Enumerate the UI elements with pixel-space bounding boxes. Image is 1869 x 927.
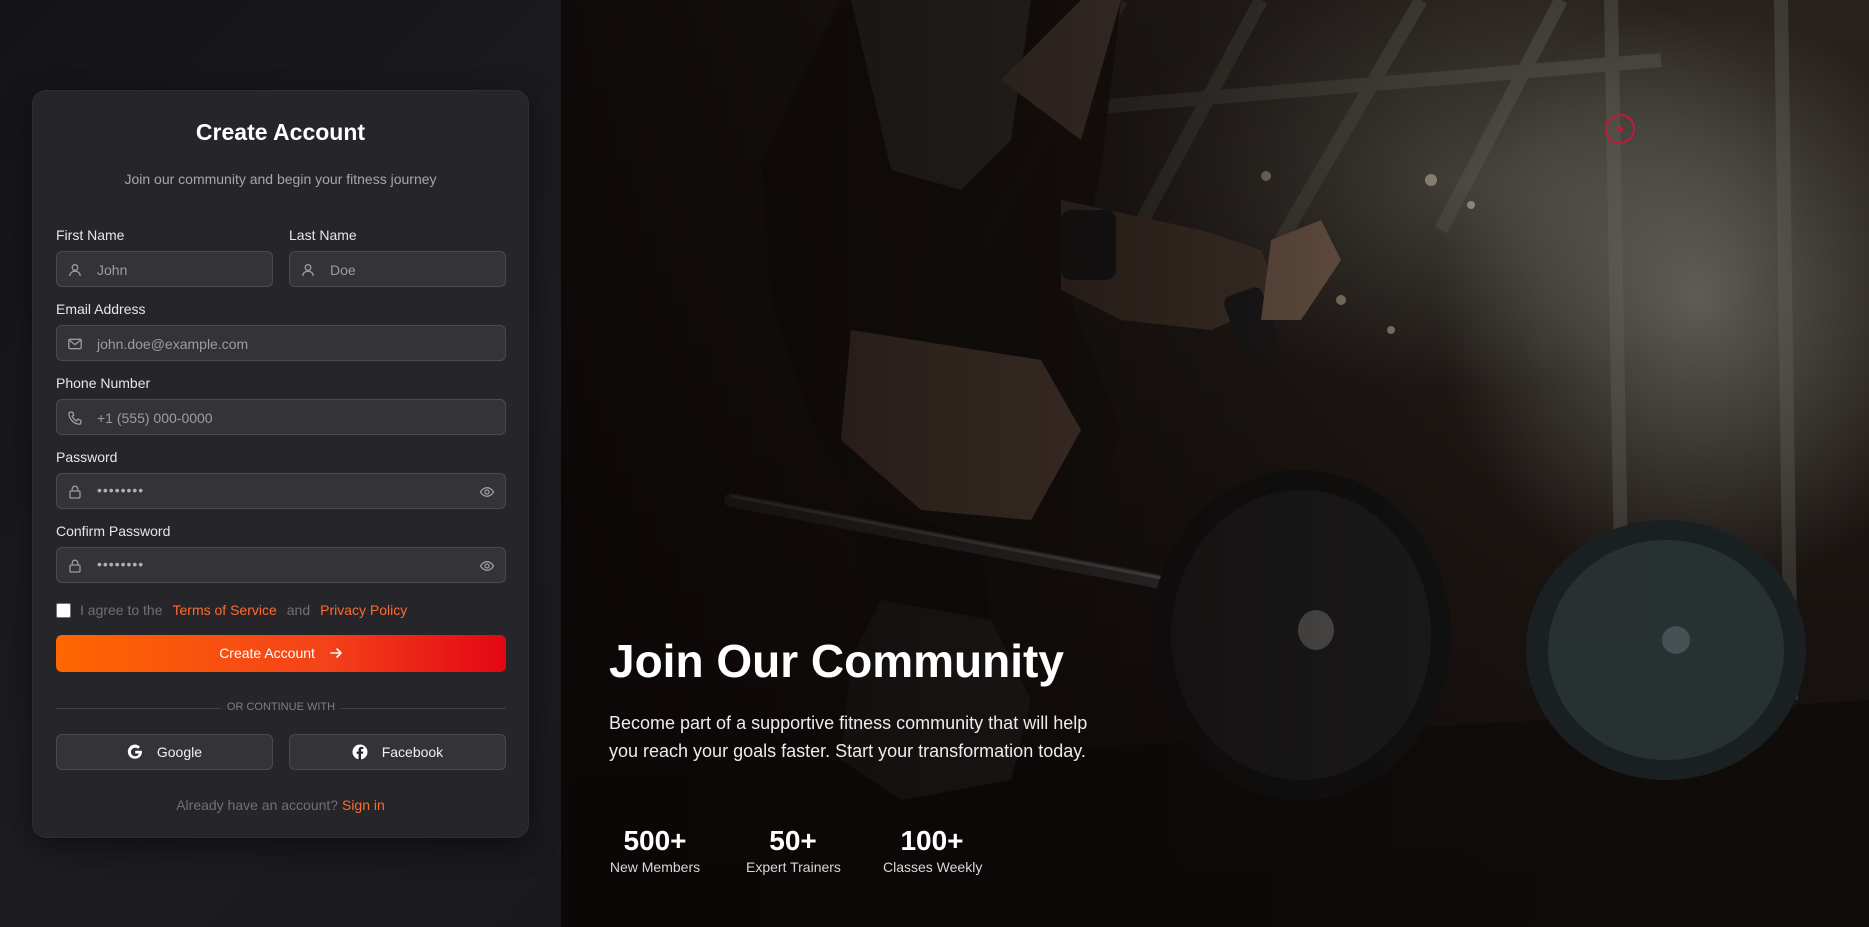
stat-members: 500+ New Members — [609, 825, 701, 875]
stat-classes: 100+ Classes Weekly — [883, 825, 983, 875]
lock-icon — [67, 484, 83, 500]
stat-value: 500+ — [623, 825, 687, 856]
facebook-icon — [352, 744, 368, 760]
phone-icon — [67, 410, 83, 426]
terms-checkbox[interactable] — [56, 603, 71, 618]
email-field[interactable]: john.doe@example.com — [56, 325, 506, 361]
phone-field[interactable]: +1 (555) 000-0000 — [56, 399, 506, 435]
confirm-password-label: Confirm Password — [56, 523, 171, 539]
signin-prompt: Already have an account? — [176, 797, 339, 813]
eye-icon[interactable] — [479, 558, 495, 574]
password-field[interactable]: •••••••• — [56, 473, 506, 509]
privacy-link[interactable]: Privacy Policy — [320, 602, 407, 618]
create-account-button[interactable]: Create Account — [56, 635, 506, 672]
stat-trainers: 50+ Expert Trainers — [746, 825, 841, 875]
password-label: Password — [56, 449, 118, 465]
create-account-label: Create Account — [219, 645, 315, 661]
facebook-label: Facebook — [381, 744, 444, 760]
first-name-label: First Name — [56, 227, 125, 243]
signin-row: Already have an account? Sign in — [33, 797, 528, 813]
arrow-right-icon — [329, 646, 343, 660]
hero-panel: Join Our Community Become part of a supp… — [561, 0, 1869, 927]
google-button[interactable]: Google — [56, 734, 273, 770]
cursor-indicator — [1605, 114, 1635, 144]
phone-placeholder: +1 (555) 000-0000 — [97, 410, 213, 426]
last-name-field[interactable]: Doe — [289, 251, 506, 287]
hero-overlay — [561, 0, 1869, 927]
email-label: Email Address — [56, 301, 146, 317]
first-name-placeholder: John — [97, 262, 128, 278]
or-divider: OR CONTINUE WITH — [56, 701, 506, 715]
form-subtitle: Join our community and begin your fitnes… — [124, 171, 437, 187]
confirm-password-field[interactable]: •••••••• — [56, 547, 506, 583]
phone-label: Phone Number — [56, 375, 151, 391]
mail-icon — [67, 336, 83, 352]
stat-value: 50+ — [769, 825, 817, 856]
signin-link[interactable]: Sign in — [342, 797, 385, 813]
user-icon — [300, 262, 316, 278]
email-placeholder: john.doe@example.com — [97, 336, 249, 352]
first-name-field[interactable]: John — [56, 251, 273, 287]
terms-link[interactable]: Terms of Service — [173, 602, 277, 618]
lock-icon — [67, 558, 83, 574]
password-value: •••••••• — [97, 482, 145, 498]
google-label: Google — [156, 744, 203, 760]
divider-text: OR CONTINUE WITH — [220, 701, 342, 713]
confirm-password-value: •••••••• — [97, 556, 145, 572]
eye-icon[interactable] — [479, 484, 495, 500]
last-name-label: Last Name — [289, 227, 357, 243]
stat-label: Classes Weekly — [883, 859, 983, 875]
last-name-placeholder: Doe — [330, 262, 356, 278]
stat-label: Expert Trainers — [746, 859, 841, 875]
hero-title: Join Our Community — [609, 635, 1064, 687]
agree-conjunction: and — [286, 602, 311, 618]
stat-value: 100+ — [900, 825, 964, 856]
user-icon — [67, 262, 83, 278]
agree-prefix: I agree to the — [80, 602, 163, 618]
form-title: Create Account — [195, 119, 366, 145]
left-pane: Create Account Join our community and be… — [0, 0, 561, 927]
signup-card: Create Account Join our community and be… — [32, 90, 529, 838]
facebook-button[interactable]: Facebook — [289, 734, 506, 770]
google-icon — [127, 744, 143, 760]
hero-description: Become part of a supportive fitness comm… — [609, 713, 1088, 761]
stat-label: New Members — [609, 859, 701, 875]
